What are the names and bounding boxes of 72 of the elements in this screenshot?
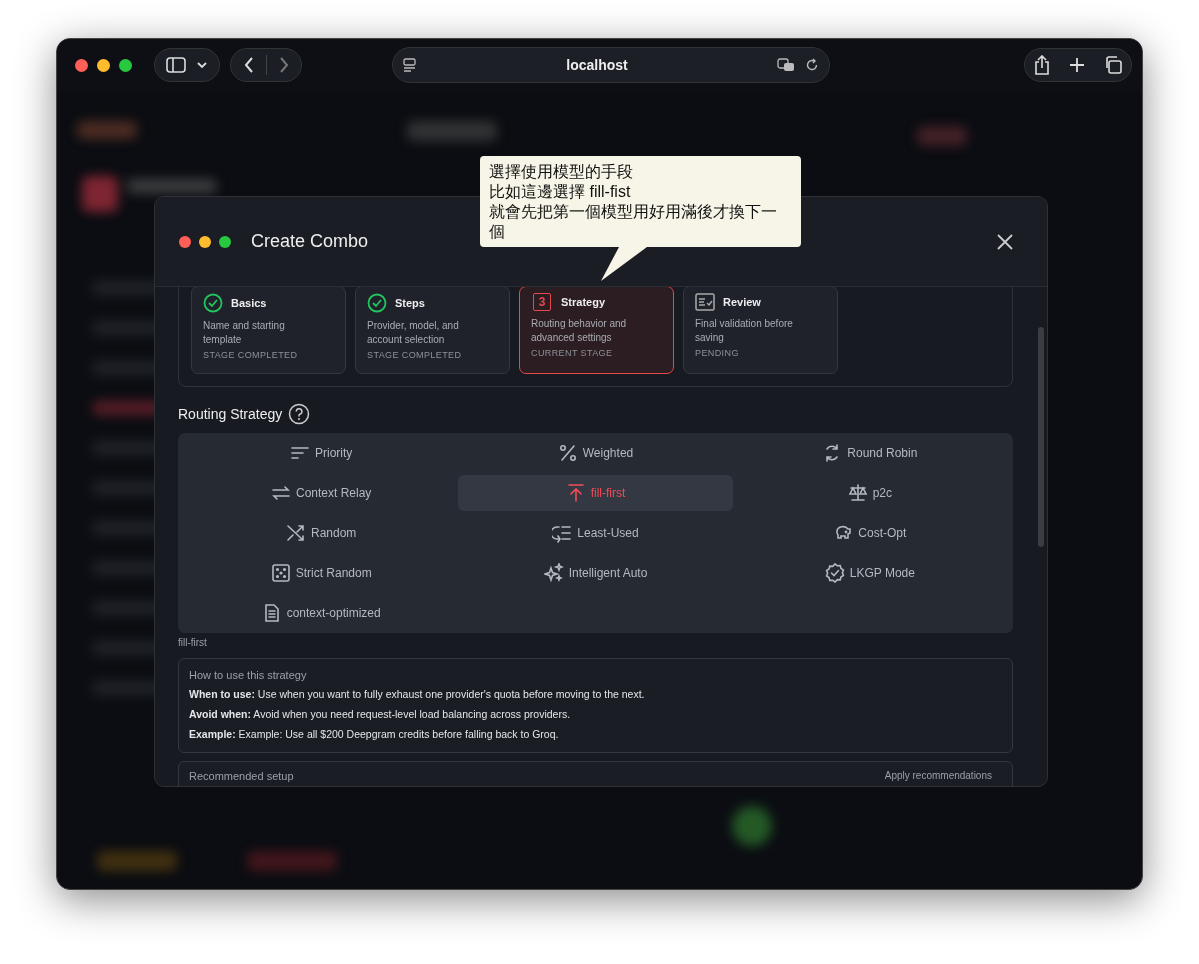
share-icon[interactable]: [1034, 55, 1051, 75]
stage-card[interactable]: 3 Strategy Routing behavior and advanced settings CURRENT STAGE: [519, 287, 674, 374]
lkgp-icon: [824, 563, 845, 583]
stage-number-badge: 3: [533, 293, 551, 311]
stage-card[interactable]: Basics Name and starting template STAGE COMPLETED: [191, 287, 346, 374]
intelligent-auto-icon: [543, 563, 564, 583]
dot-icon: [219, 235, 231, 248]
stage-title: Review: [723, 296, 761, 308]
maximize-window-icon[interactable]: [119, 58, 132, 72]
stage-card[interactable]: Review Final validation before saving PENDING: [683, 287, 838, 374]
checklist-icon: [695, 293, 715, 311]
strict-random-icon: [270, 563, 291, 583]
modal-title: Create Combo: [251, 231, 369, 252]
reload-icon[interactable]: [805, 58, 819, 72]
address-bar[interactable]: localhost: [392, 47, 830, 83]
close-window-icon[interactable]: [75, 58, 88, 72]
least-used-icon: [552, 523, 573, 543]
strategy-option[interactable]: Cost-Opt: [732, 515, 1007, 551]
strategy-option[interactable]: Priority: [184, 435, 459, 471]
back-icon[interactable]: [242, 56, 255, 74]
strategy-option[interactable]: Random: [184, 515, 459, 551]
tooltip-text: 選擇使用模型的手段: [489, 162, 634, 182]
stage-card[interactable]: Steps Provider, model, and account selection STAGE COMPLETED: [355, 287, 510, 374]
stage-status: STAGE COMPLETED: [203, 350, 299, 360]
guide-title: How to use this strategy: [189, 669, 308, 681]
dot-icon: [179, 235, 191, 248]
stage-status: CURRENT STAGE: [531, 348, 614, 358]
apply-recommendations-button[interactable]: Apply recommendations: [874, 770, 1002, 781]
stage-description: Name and starting template: [203, 319, 286, 347]
stage-title: Steps: [395, 297, 425, 309]
recommended-title: Recommended setup: [189, 770, 294, 782]
stage-status: STAGE COMPLETED: [367, 350, 463, 360]
random-icon: [286, 523, 306, 543]
minimize-window-icon[interactable]: [97, 58, 110, 72]
stage-title: Strategy: [561, 296, 606, 308]
tooltip-text: 比如這邊選擇 fill-fist: [489, 182, 632, 202]
address-text: localhost: [565, 57, 629, 73]
close-icon[interactable]: [997, 233, 1013, 250]
selected-strategy-caption: fill-first: [178, 637, 208, 648]
strategy-option[interactable]: Strict Random: [184, 555, 459, 591]
stage-status: PENDING: [695, 348, 740, 358]
section-title: Routing Strategy: [178, 406, 283, 422]
context-relay-icon: [270, 483, 291, 503]
strategy-option[interactable]: context-optimized: [184, 595, 459, 631]
new-tab-icon[interactable]: [1069, 57, 1085, 73]
strategy-option[interactable]: LKGP Mode: [732, 555, 1007, 591]
guide-text: When to use: Use when you want to fully exhaust one provider's quota before moving to the next.: [189, 688, 646, 700]
scrollbar-thumb[interactable]: [1038, 327, 1044, 547]
strategy-option[interactable]: Weighted: [458, 435, 733, 471]
page-menu-icon[interactable]: [403, 58, 417, 72]
fill-first-icon: [565, 483, 586, 503]
help-icon[interactable]: [288, 403, 311, 425]
stage-description: Routing behavior and advanced settings: [531, 317, 628, 345]
strategy-option[interactable]: Least-Used: [458, 515, 733, 551]
stage-description: Provider, model, and account selection: [367, 319, 460, 347]
dot-icon: [199, 235, 211, 248]
tabs-overview-icon[interactable]: [1103, 56, 1122, 74]
stage-description: Final validation before saving: [695, 317, 794, 345]
sidebar-toggle-button[interactable]: [154, 48, 220, 82]
strategy-option[interactable]: Context Relay: [184, 475, 459, 511]
strategy-option[interactable]: p2c: [732, 475, 1007, 511]
strategy-option[interactable]: Intelligent Auto: [458, 555, 733, 591]
forward-icon[interactable]: [277, 56, 290, 74]
chevron-down-icon: [196, 61, 208, 69]
guide-text: Avoid when: Avoid when you need request-level load balancing across providers.: [189, 708, 572, 720]
p2c-icon: [847, 483, 868, 503]
stage-title: Basics: [231, 297, 267, 309]
strategy-option[interactable]: Round Robin: [732, 435, 1007, 471]
sidebar-icon: [166, 57, 186, 73]
guide-text: Example: Example: Use all $200 Deepgram credits before falling back to Groq.: [189, 728, 560, 740]
weighted-icon: [557, 443, 578, 463]
tooltip-text: 就會先把第一個模型用好用滿後才換下一個: [489, 202, 778, 242]
